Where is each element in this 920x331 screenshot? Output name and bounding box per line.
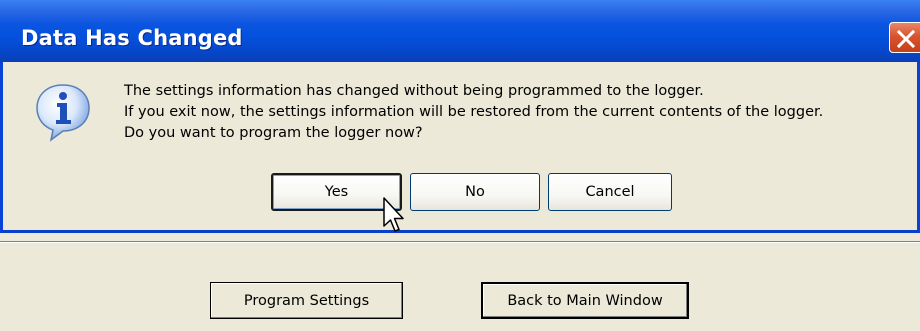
separator-highlight xyxy=(0,242,920,243)
close-icon xyxy=(896,29,916,49)
back-to-main-window-label: Back to Main Window xyxy=(507,292,663,309)
mouse-cursor-icon xyxy=(383,197,404,232)
yes-button-label: Yes xyxy=(324,184,349,200)
message-line-2: If you exit now, the settings informatio… xyxy=(124,104,824,120)
data-has-changed-dialog: Data Has Changed The settings informatio… xyxy=(0,0,920,233)
dialog-title: Data Has Changed xyxy=(21,26,243,50)
back-to-main-window-button[interactable]: Back to Main Window xyxy=(481,282,689,319)
message-line-1: The settings information has changed wit… xyxy=(124,83,704,99)
dialog-titlebar[interactable]: Data Has Changed xyxy=(0,0,920,62)
cancel-button[interactable]: Cancel xyxy=(548,173,672,211)
close-button[interactable] xyxy=(889,22,920,53)
message-line-3: Do you want to program the logger now? xyxy=(124,125,423,141)
no-button-label: No xyxy=(465,184,485,200)
no-button[interactable]: No xyxy=(410,173,540,211)
screen: Program Settings Back to Main Window Dat… xyxy=(0,0,920,331)
info-icon xyxy=(36,84,90,142)
program-settings-button[interactable]: Program Settings xyxy=(210,282,403,319)
cancel-button-label: Cancel xyxy=(585,184,635,200)
program-settings-label: Program Settings xyxy=(243,292,370,309)
dialog-message: The settings information has changed wit… xyxy=(124,81,823,144)
